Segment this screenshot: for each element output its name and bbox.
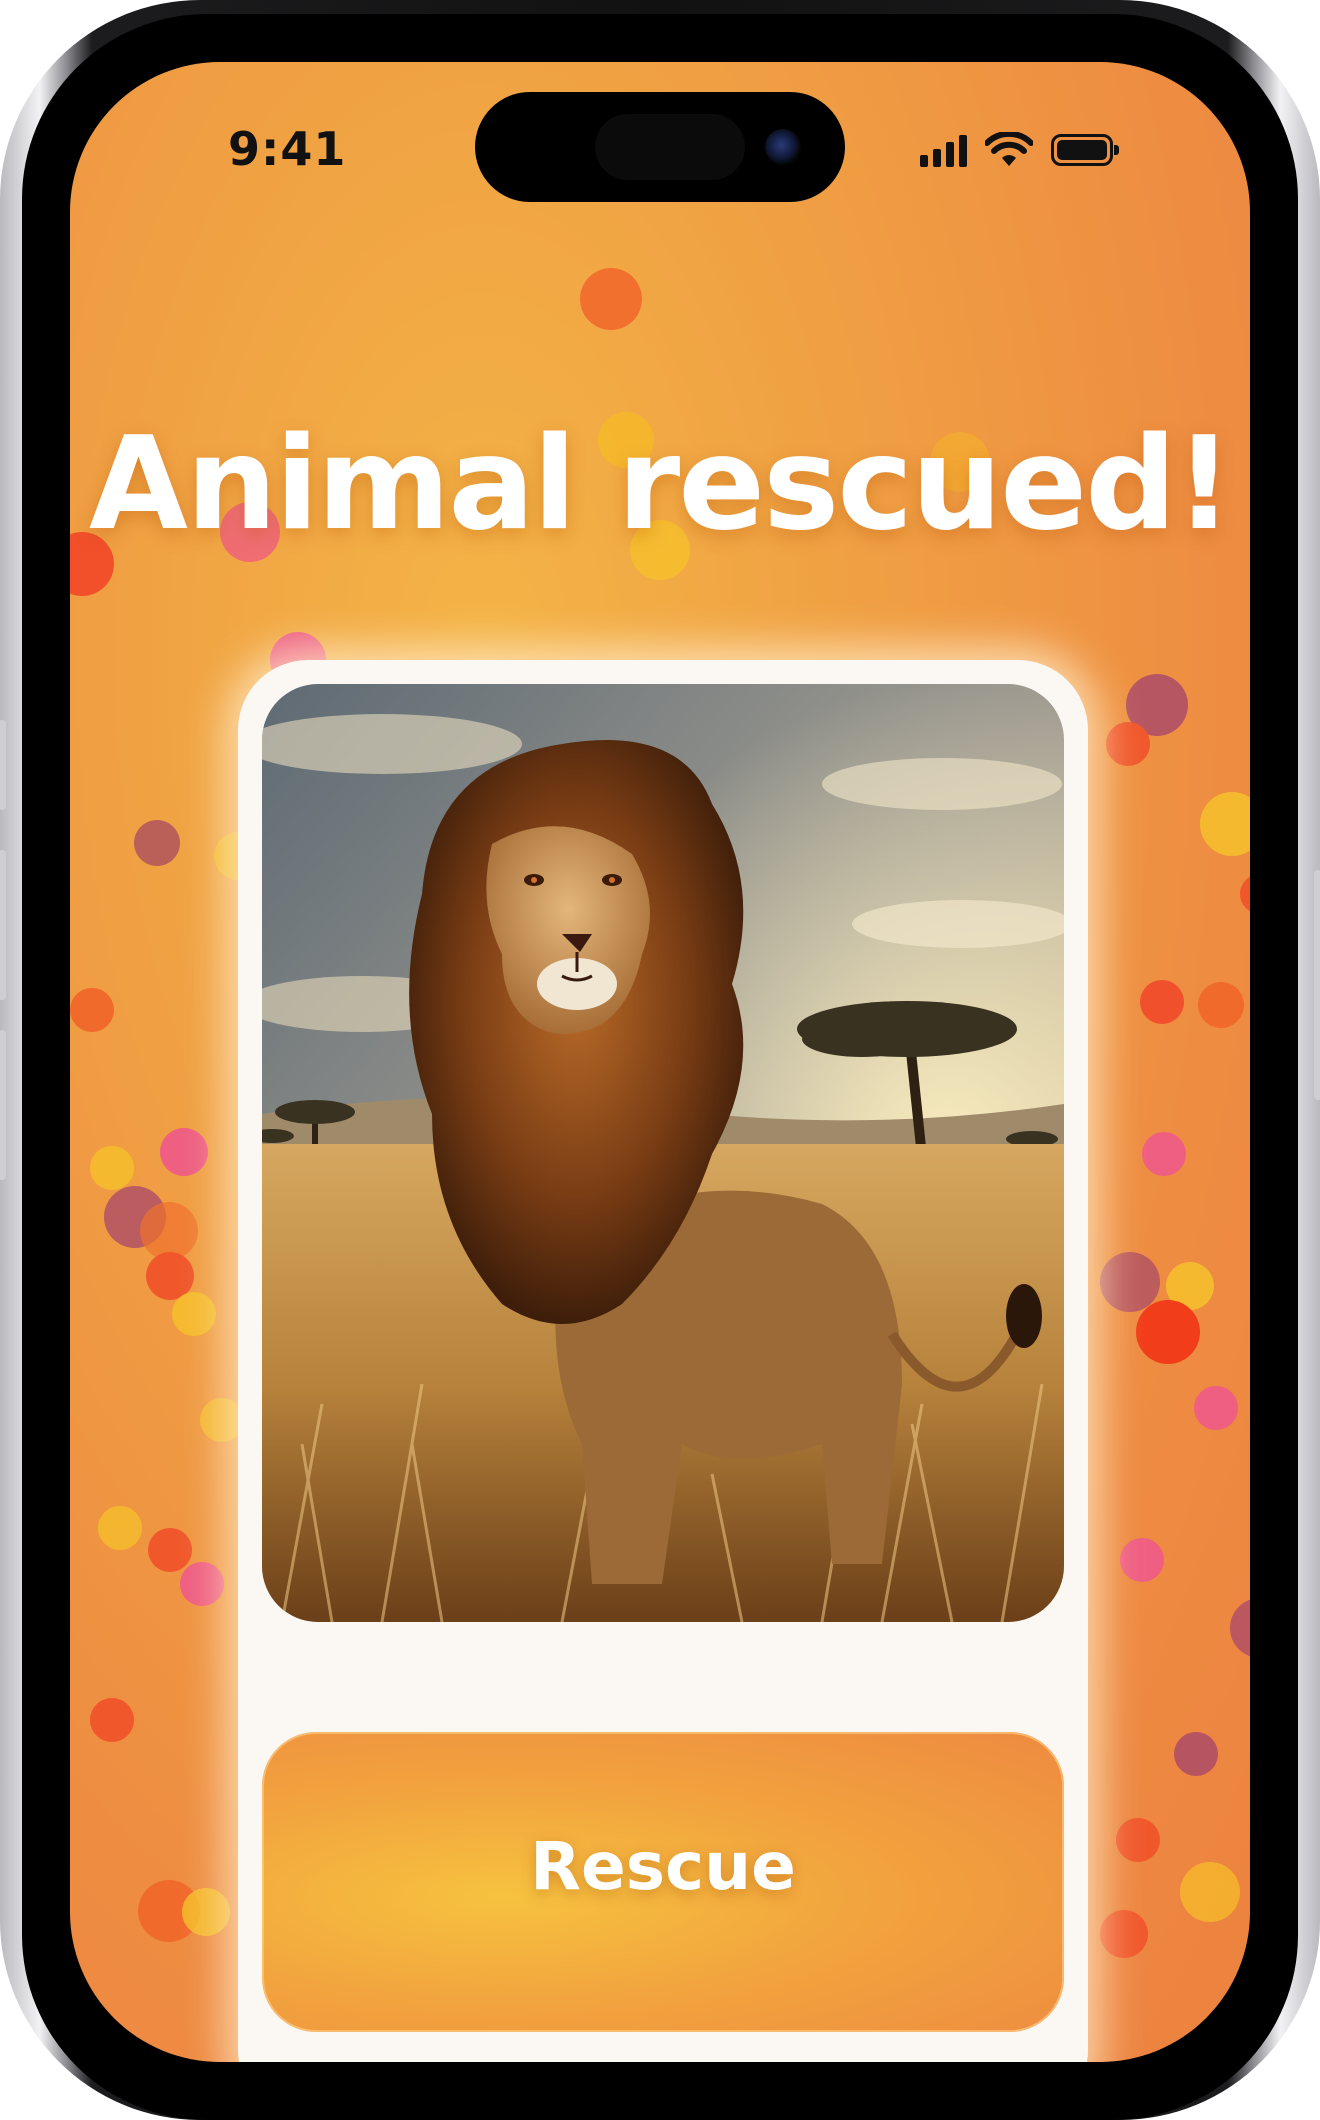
- wifi-icon: [985, 132, 1033, 166]
- volume-up-button: [0, 850, 6, 1000]
- rescue-card: Rescue: [238, 660, 1088, 2062]
- cellular-signal-icon: [920, 133, 967, 167]
- island-sensor: [595, 114, 745, 180]
- lion-in-savanna-image: [262, 684, 1064, 1622]
- volume-down-button: [0, 1030, 6, 1180]
- page-title: Animal rescued!: [88, 410, 1233, 559]
- front-camera-icon: [765, 129, 801, 165]
- lion-photo: [262, 684, 1064, 1622]
- app-screen: 9:41 Animal rescued! Rescue: [70, 62, 1250, 2062]
- rescue-button-label: Rescue: [530, 1828, 796, 1905]
- rescue-button[interactable]: Rescue: [262, 1732, 1064, 2032]
- dynamic-island: [475, 92, 845, 202]
- power-button: [1314, 870, 1320, 1100]
- phone-frame: 9:41 Animal rescued! Rescue: [0, 0, 1320, 2120]
- action-button: [0, 720, 6, 810]
- battery-icon: [1051, 134, 1119, 166]
- status-icons: [920, 130, 1119, 170]
- status-time: 9:41: [228, 122, 347, 176]
